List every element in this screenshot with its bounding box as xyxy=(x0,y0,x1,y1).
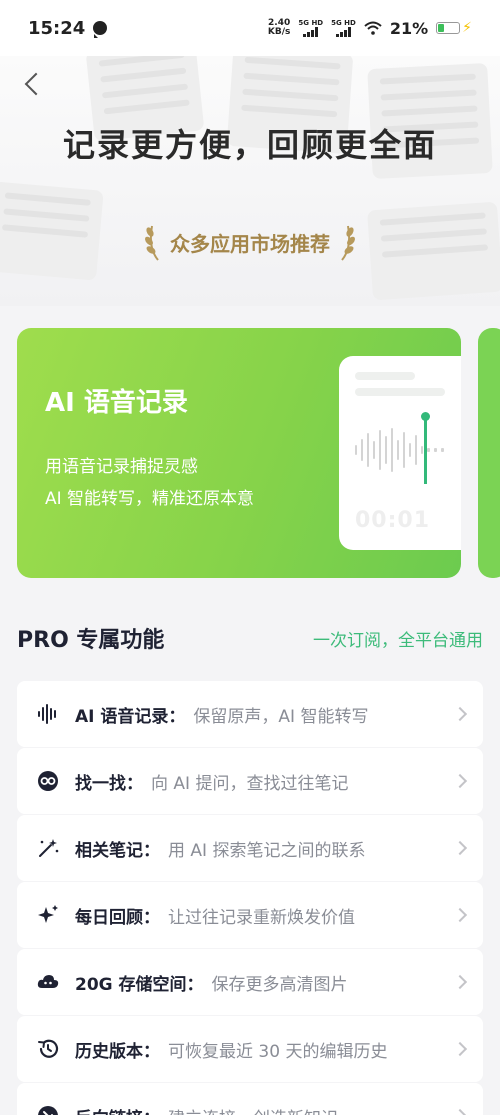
chevron-right-icon xyxy=(452,840,468,856)
laurel-right-icon xyxy=(338,222,356,262)
pro-feature-name: 找一找： xyxy=(75,773,143,794)
status-right: 2.40 KB/s 5G HD 5G HD 21% ⚡ xyxy=(268,19,472,38)
pro-feature-row[interactable]: 20G 存储空间： 保存更多高清图片 xyxy=(17,949,483,1015)
playback-cursor xyxy=(421,412,430,484)
chat-notification-icon xyxy=(93,21,108,38)
pro-feature-row[interactable]: AI 语音记录： 保留原声，AI 智能转写 xyxy=(17,681,483,747)
pro-feature-row[interactable]: 反向链接： 建立连接，创造新知识 xyxy=(17,1083,483,1115)
phone-placeholder-line xyxy=(355,388,445,396)
chevron-right-icon xyxy=(452,1108,468,1115)
pro-feature-name: AI 语音记录： xyxy=(75,706,186,727)
ai-search-icon xyxy=(37,770,59,792)
pro-feature-desc: 保留原声，AI 智能转写 xyxy=(193,706,369,727)
recommend-badge: 众多应用市场推荐 xyxy=(0,222,500,262)
pro-section-subtitle: 一次订阅，全平台通用 xyxy=(313,630,483,651)
phone-placeholder-line xyxy=(355,372,415,380)
network-speed-unit: KB/s xyxy=(267,27,291,37)
feature-card-next-peek[interactable] xyxy=(478,328,500,578)
chevron-right-icon xyxy=(452,1041,468,1057)
status-left: 15:24 xyxy=(28,17,108,39)
pro-feature-name: 每日回顾： xyxy=(75,907,160,928)
pro-feature-name: 相关笔记： xyxy=(75,840,160,861)
chevron-right-icon xyxy=(452,974,468,990)
pro-feature-desc: 用 AI 探索笔记之间的联系 xyxy=(168,840,366,861)
pro-feature-list: AI 语音记录： 保留原声，AI 智能转写 找一找： 向 AI 提问，查找过往笔… xyxy=(17,681,483,1115)
network-speed: 2.40 KB/s xyxy=(268,19,290,37)
sim2-signal-icon: 5G HD xyxy=(331,19,356,37)
page-title: 记录更方便，回顾更全面 xyxy=(62,126,437,164)
pro-feature-desc: 向 AI 提问，查找过往笔记 xyxy=(151,773,349,794)
cloud-icon xyxy=(37,971,59,993)
sim1-signal-icon: 5G HD xyxy=(298,19,323,37)
pro-feature-row[interactable]: 相关笔记： 用 AI 探索笔记之间的联系 xyxy=(17,815,483,881)
pro-feature-desc: 保存更多高清图片 xyxy=(211,974,348,995)
feature-card-title: AI 语音记录 xyxy=(45,388,188,418)
phone-timer: 00:01 xyxy=(355,508,431,533)
feature-card-desc-2: AI 智能转写，精准还原本意 xyxy=(45,489,255,509)
pro-feature-desc: 建立连接，创造新知识 xyxy=(168,1104,447,1115)
chevron-right-icon xyxy=(452,706,468,722)
pro-feature-name: 20G 存储空间： xyxy=(75,974,204,995)
pro-feature-row[interactable]: 找一找： 向 AI 提问，查找过往笔记 xyxy=(17,748,483,814)
waveform-icon xyxy=(37,703,59,725)
sim2-label: 5G HD xyxy=(331,19,356,27)
status-bar: 15:24 2.40 KB/s 5G HD 5G HD 21% ⚡ xyxy=(0,0,500,56)
battery-icon: ⚡ xyxy=(436,20,472,36)
pro-feature-name: 历史版本： xyxy=(75,1041,160,1062)
pro-section-header: PRO 专属功能 一次订阅，全平台通用 xyxy=(17,620,483,656)
phone-mockup: 00:01 xyxy=(339,356,461,550)
back-button[interactable] xyxy=(22,72,46,96)
pro-feature-desc: 让过往记录重新焕发价值 xyxy=(168,907,355,928)
sparkle-icon xyxy=(37,904,59,926)
laurel-left-icon xyxy=(144,222,162,262)
pro-feature-row[interactable]: 历史版本： 可恢复最近 30 天的编辑历史 xyxy=(17,1016,483,1082)
feature-card-ai-voice[interactable]: AI 语音记录 用语音记录捕捉灵感 AI 智能转写，精准还原本意 00:01 xyxy=(17,328,461,578)
hero-banner: 记录更方便，回顾更全面 众多应用市场推荐 xyxy=(0,56,500,306)
battery-percent: 21% xyxy=(389,18,429,38)
status-time: 15:24 xyxy=(28,17,86,39)
wifi-icon xyxy=(364,21,382,35)
chevron-right-icon xyxy=(452,907,468,923)
recommend-badge-text: 众多应用市场推荐 xyxy=(170,231,330,256)
charging-icon: ⚡ xyxy=(462,20,472,36)
chevron-right-icon xyxy=(452,773,468,789)
feature-card-desc-1: 用语音记录捕捉灵感 xyxy=(45,457,198,477)
magic-wand-icon xyxy=(37,837,59,859)
sim1-label: 5G HD xyxy=(298,19,324,27)
pro-feature-name: 反向链接： xyxy=(75,1104,160,1115)
history-icon xyxy=(37,1038,59,1060)
waveform-graphic xyxy=(355,426,444,474)
pro-feature-row[interactable]: 每日回顾： 让过往记录重新焕发价值 xyxy=(17,882,483,948)
backlink-icon xyxy=(37,1105,59,1115)
pro-feature-desc: 可恢复最近 30 天的编辑历史 xyxy=(168,1041,388,1062)
pro-section-title: PRO 专属功能 xyxy=(17,628,165,653)
